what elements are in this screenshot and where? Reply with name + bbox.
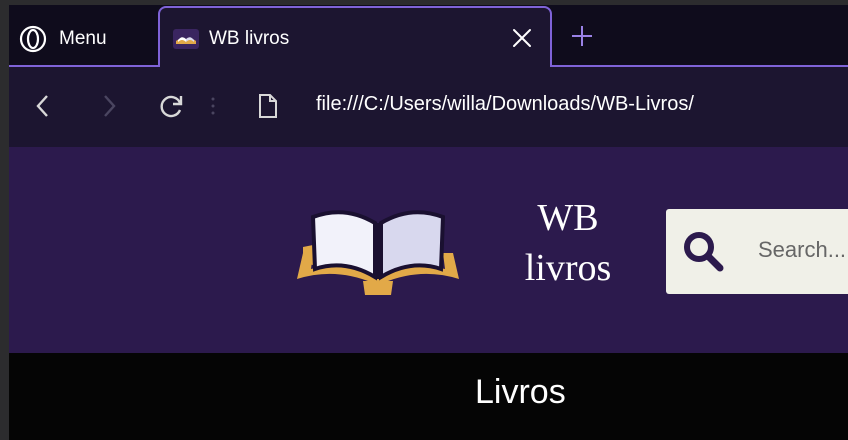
book-icon	[173, 29, 199, 49]
browser-toolbar: file:///C:/Users/willa/Downloads/WB-Livr…	[9, 67, 848, 147]
site-brand[interactable]: WB livros	[509, 193, 627, 293]
site-header: WB livros Search...	[9, 147, 848, 353]
open-book-logo-icon	[297, 210, 459, 295]
new-tab-plus-icon[interactable]	[569, 23, 595, 49]
forward-arrow-icon[interactable]	[94, 91, 124, 121]
brand-line-1: WB	[537, 197, 599, 239]
opera-menu-button[interactable]: Menu	[19, 21, 107, 57]
search-icon[interactable]	[681, 229, 725, 273]
browser-window: Menu WB livros file:///C:/Users/willa/Do…	[9, 5, 848, 440]
search-input[interactable]: Search...	[758, 237, 846, 263]
nav-link-livros[interactable]: Livros	[475, 373, 566, 412]
site-nav-bar: Livros	[9, 353, 848, 440]
back-arrow-icon[interactable]	[28, 91, 58, 121]
opera-logo-icon	[19, 25, 47, 53]
tab-title: WB livros	[209, 28, 290, 49]
separator-dots-icon	[211, 97, 215, 115]
menu-label: Menu	[59, 28, 107, 49]
page-file-icon[interactable]	[253, 91, 283, 121]
brand-line-2: livros	[524, 247, 612, 289]
reload-icon[interactable]	[157, 91, 187, 121]
tab-bar: Menu WB livros	[9, 5, 848, 67]
tab-wb-livros[interactable]: WB livros	[158, 6, 552, 66]
address-bar[interactable]: file:///C:/Users/willa/Downloads/WB-Livr…	[316, 93, 694, 116]
search-box[interactable]: Search...	[666, 209, 848, 294]
web-page: WB livros Search... Livros	[9, 147, 848, 440]
close-icon[interactable]	[509, 25, 535, 51]
